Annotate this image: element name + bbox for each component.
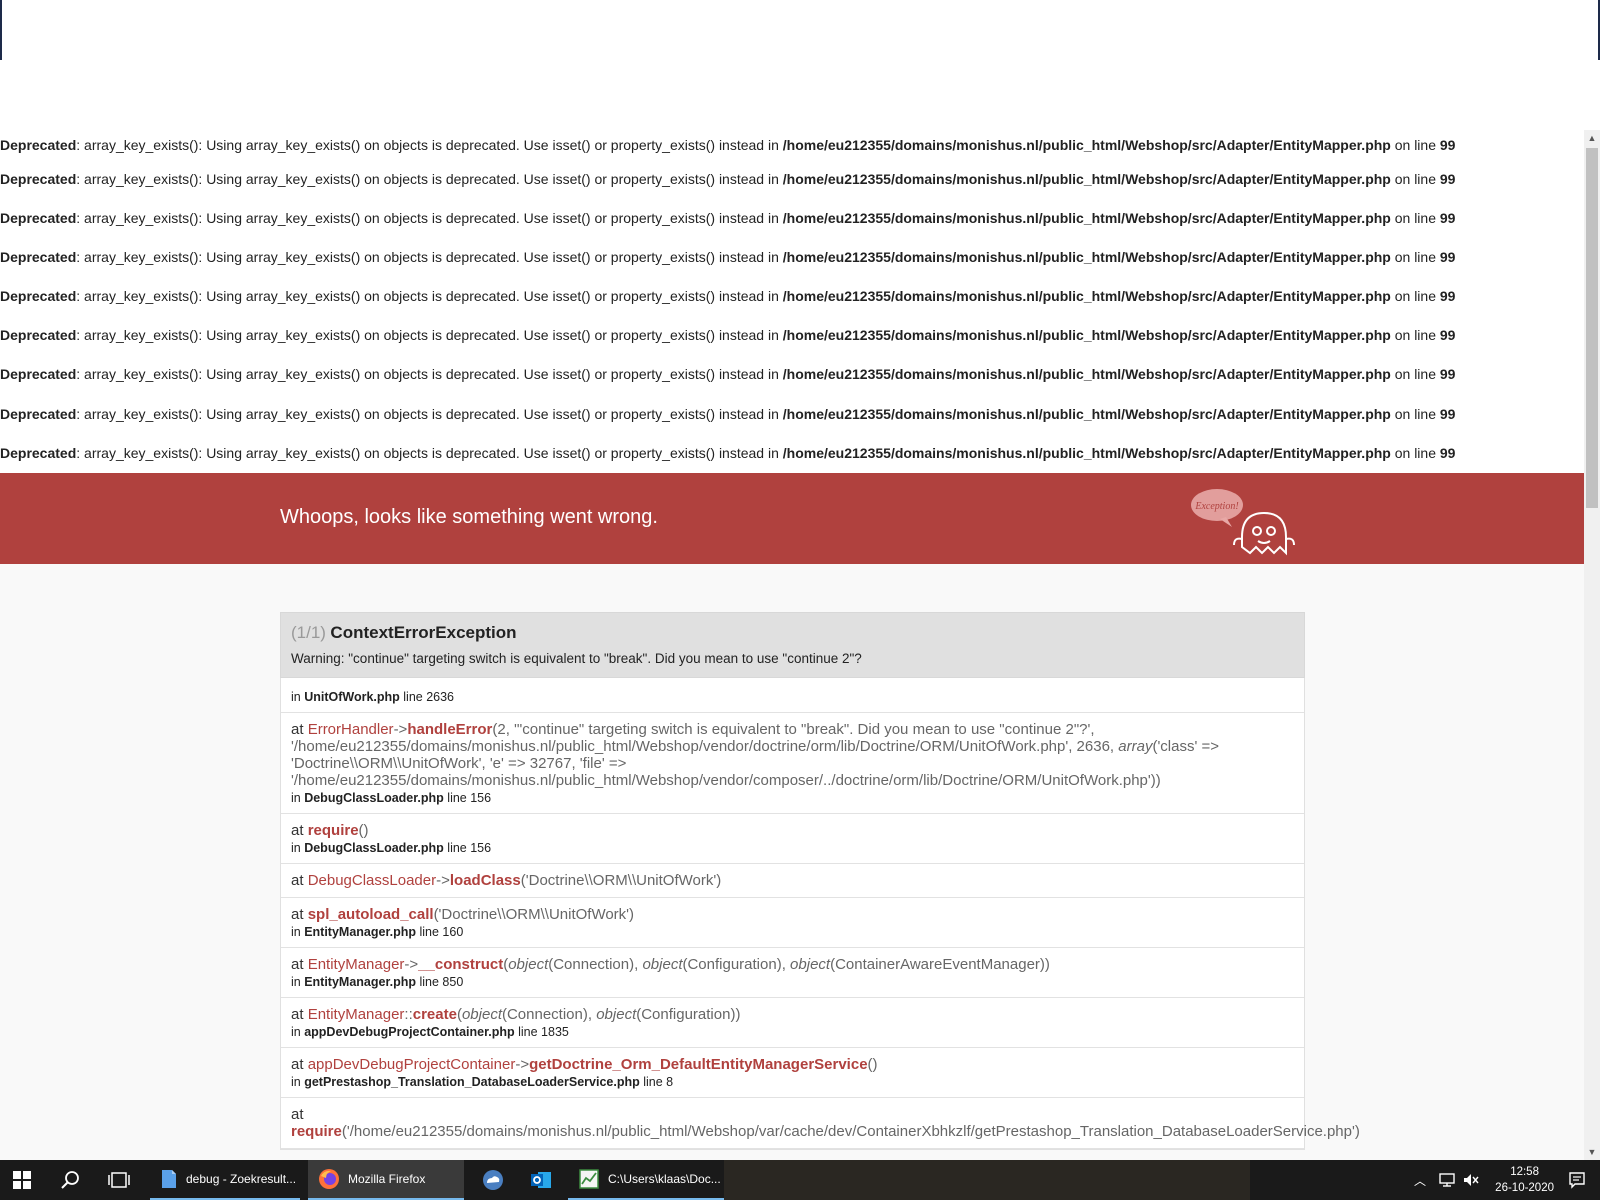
frame-method: spl_autoload_call (307, 906, 434, 923)
deprecation-line: Deprecated: array_key_exists(): Using ar… (0, 327, 1456, 344)
start-button[interactable] (12, 1160, 32, 1200)
frame-class[interactable]: EntityManager (308, 1006, 405, 1023)
search-icon (61, 1171, 79, 1189)
trace-frame: at require() in DebugClassLoader.php line… (281, 814, 1304, 864)
stack-trace: in UnitOfWork.php line 2636 at ErrorHand… (280, 678, 1360, 1150)
trace-frame: at EntityManager->__construct(object(Con… (281, 948, 1304, 998)
taskbar-wallpaper-strip (724, 1160, 1250, 1200)
cloud-app-icon (483, 1170, 503, 1190)
windows-logo-icon (13, 1171, 31, 1189)
trace-first-location: in UnitOfWork.php line 2636 (281, 678, 1304, 713)
scroll-thumb[interactable] (1586, 148, 1598, 508)
frame-method: create (412, 1006, 457, 1023)
trace-frame: at DebugClassLoader->loadClass('Doctrine… (281, 864, 1304, 898)
trace-frame: at spl_autoload_call('Doctrine\\ORM\\Uni… (281, 898, 1304, 948)
task-view-icon (108, 1172, 130, 1188)
firefox-icon (319, 1169, 339, 1189)
page-viewport: Deprecated: array_key_exists(): Using ar… (0, 130, 1584, 1160)
frame-class[interactable]: DebugClassLoader (308, 872, 436, 889)
frame-method: loadClass (449, 872, 521, 889)
exception-panel: (1/1) ContextErrorException Warning: "co… (280, 612, 1360, 1150)
frame-location: in DebugClassLoader.php line 156 (291, 841, 492, 855)
deprecation-list: Deprecated: array_key_exists(): Using ar… (0, 130, 1584, 473)
exception-message: Warning: "continue" targeting switch is … (291, 651, 862, 666)
exception-counter: (1/1) (291, 623, 326, 642)
chevron-up-icon[interactable]: ︿ (1414, 1172, 1426, 1189)
trace-frame: at ErrorHandler->handleError(2, '"contin… (281, 713, 1304, 814)
deprecation-line: Deprecated: array_key_exists(): Using ar… (0, 210, 1456, 227)
frame-location: in DebugClassLoader.php line 156 (291, 791, 492, 805)
system-clock[interactable]: 12:58 26-10-2020 (1495, 1164, 1554, 1196)
clock-time: 12:58 (1510, 1166, 1539, 1178)
frame-class[interactable]: appDevDebugProjectContainer (308, 1056, 516, 1073)
deprecation-line: Deprecated: array_key_exists(): Using ar… (0, 405, 1456, 422)
outlook-icon (531, 1172, 551, 1188)
volume-muted-icon[interactable] (1462, 1172, 1480, 1188)
frame-method: handleError (407, 721, 493, 738)
notifications-icon[interactable] (1568, 1171, 1586, 1189)
deprecation-line: Deprecated: array_key_exists(): Using ar… (0, 288, 1456, 305)
exception-header: (1/1) ContextErrorException Warning: "co… (280, 612, 1305, 678)
taskbar-item-firefox[interactable]: Mozilla Firefox (308, 1160, 464, 1200)
deprecation-line: Deprecated: array_key_exists(): Using ar… (0, 366, 1456, 383)
window-edge-left (0, 0, 2, 60)
frame-location: in appDevDebugProjectContainer.php line … (291, 1025, 569, 1039)
document-icon (162, 1170, 176, 1188)
scroll-down-icon[interactable]: ▼ (1584, 1144, 1600, 1160)
exception-ghost-icon: Exception! (1191, 488, 1295, 556)
taskbar-item-search-results[interactable]: debug - Zoekresult... (150, 1160, 300, 1200)
trace-frame: at appDevDebugProjectContainer->getDoctr… (281, 1048, 1304, 1098)
clock-date: 26-10-2020 (1495, 1182, 1554, 1194)
deprecation-line: Deprecated: array_key_exists(): Using ar… (0, 249, 1456, 266)
scroll-up-icon[interactable]: ▲ (1584, 130, 1600, 146)
task-view-button[interactable] (108, 1160, 130, 1200)
page-scrollbar[interactable]: ▲ ▼ (1584, 130, 1600, 1160)
search-button[interactable] (60, 1160, 80, 1200)
taskbar-item-app[interactable] (472, 1160, 512, 1200)
deprecation-line: Deprecated: array_key_exists(): Using ar… (0, 171, 1456, 187)
deprecation-line: Deprecated: array_key_exists(): Using ar… (0, 444, 1456, 461)
notepad-chart-icon (579, 1169, 599, 1189)
trace-frame: at EntityManager::create(object(Connecti… (281, 998, 1304, 1048)
frame-method: getDoctrine_Orm_DefaultEntityManagerServ… (529, 1056, 868, 1073)
frame-location: in getPrestashop_Translation_DatabaseLoa… (291, 1075, 674, 1089)
ghost-speech-text: Exception! (1194, 501, 1238, 512)
exception-class: ContextErrorException (330, 623, 517, 642)
blank-top-area (0, 0, 1600, 130)
frame-class[interactable]: EntityManager (308, 956, 405, 973)
deprecation-line: Deprecated: array_key_exists(): Using ar… (0, 137, 1456, 153)
windows-taskbar: debug - Zoekresult... Mozilla Firefox C:… (0, 1160, 1600, 1200)
frame-method: __construct (418, 956, 504, 973)
frame-class[interactable]: ErrorHandler (308, 721, 394, 738)
frame-method: require (307, 822, 359, 839)
frame-location: in EntityManager.php line 850 (291, 975, 464, 989)
network-icon[interactable] (1438, 1172, 1456, 1188)
error-header-message: Whoops, looks like something went wrong. (280, 505, 658, 528)
error-header: Whoops, looks like something went wrong.… (0, 472, 1584, 564)
system-tray: ︿ 12:58 26-10-2020 (1400, 1160, 1600, 1200)
frame-method: require (291, 1123, 342, 1140)
location-file: UnitOfWork.php (304, 690, 400, 704)
trace-frame: at require('/home/eu212355/domains/monis… (281, 1098, 1360, 1149)
frame-location: in EntityManager.php line 160 (291, 925, 464, 939)
taskbar-item-explorer[interactable]: C:\Users\klaas\Doc... (568, 1160, 724, 1200)
taskbar-item-outlook[interactable] (520, 1160, 560, 1200)
